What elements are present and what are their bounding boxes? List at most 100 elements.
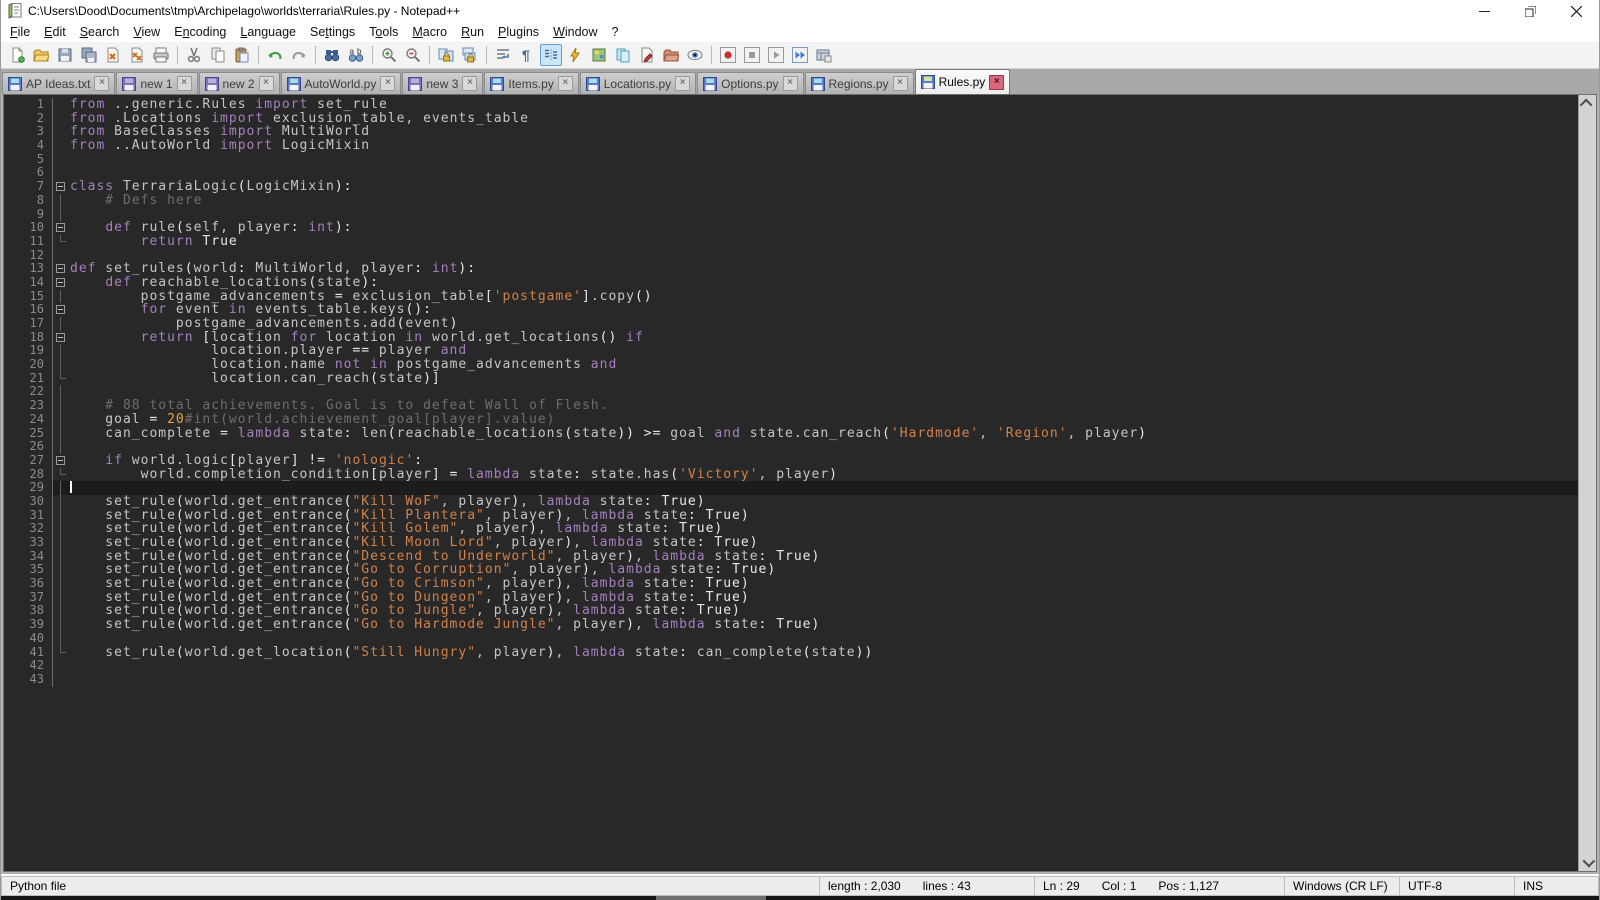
tab-close-icon[interactable]: ×	[177, 76, 192, 91]
tab-ap-ideas.txt[interactable]: AP Ideas.txt×	[2, 72, 115, 94]
code-line[interactable]: 22	[4, 385, 1578, 399]
code-line[interactable]: 16 for event in events_table.keys():	[4, 303, 1578, 317]
tab-close-icon[interactable]: ×	[558, 76, 573, 91]
save-all-icon[interactable]	[78, 44, 100, 66]
menu-item-?[interactable]: ?	[605, 23, 626, 41]
tab-new-2[interactable]: new 2×	[199, 72, 280, 94]
replace-icon[interactable]: ab	[345, 44, 367, 66]
code-line[interactable]: 17 postgame_advancements.add(event)	[4, 317, 1578, 331]
code-line[interactable]: 20 location.name not in postgame_advance…	[4, 358, 1578, 372]
code-line[interactable]: 18 return [location for location in worl…	[4, 331, 1578, 345]
code-pane[interactable]: 1from ..generic.Rules import set_rule2fr…	[4, 95, 1578, 871]
close-document-icon[interactable]	[102, 44, 124, 66]
code-line[interactable]: 30 set_rule(world.get_entrance("Kill WoF…	[4, 495, 1578, 509]
document-map-icon[interactable]	[588, 44, 610, 66]
copy-icon[interactable]	[207, 44, 229, 66]
tab-rules.py[interactable]: Rules.py×	[915, 69, 1011, 94]
menu-item-language[interactable]: Language	[233, 23, 303, 41]
code-line[interactable]: 32 set_rule(world.get_entrance("Kill Gol…	[4, 522, 1578, 536]
tab-close-icon[interactable]: ×	[675, 76, 690, 91]
vertical-scrollbar[interactable]	[1578, 95, 1596, 871]
new-document-icon[interactable]	[6, 44, 28, 66]
tab-regions.py[interactable]: Regions.py×	[805, 72, 914, 94]
tab-items.py[interactable]: Items.py×	[484, 72, 578, 94]
code-line[interactable]: 40	[4, 632, 1578, 646]
code-line[interactable]: 34 set_rule(world.get_entrance("Descend …	[4, 550, 1578, 564]
code-line[interactable]: 36 set_rule(world.get_entrance("Go to Cr…	[4, 577, 1578, 591]
code-line[interactable]: 21 location.can_reach(state)]	[4, 372, 1578, 386]
fold-collapse-marker[interactable]	[52, 276, 70, 290]
save-icon[interactable]	[54, 44, 76, 66]
sync-horizontal-icon[interactable]	[459, 44, 481, 66]
zoom-in-icon[interactable]	[378, 44, 400, 66]
function-list-icon[interactable]	[564, 44, 586, 66]
code-line[interactable]: 8 # Defs here	[4, 194, 1578, 208]
code-line[interactable]: 12	[4, 249, 1578, 263]
code-line[interactable]: 28 world.completion_condition[player] = …	[4, 468, 1578, 482]
code-line[interactable]: 4from ..AutoWorld import LogicMixin	[4, 139, 1578, 153]
macro-run-multiple-icon[interactable]	[789, 44, 811, 66]
menu-item-plugins[interactable]: Plugins	[491, 23, 546, 41]
tab-close-icon[interactable]: ×	[783, 76, 798, 91]
code-line[interactable]: 39 set_rule(world.get_entrance("Go to Ha…	[4, 618, 1578, 632]
menu-item-tools[interactable]: Tools	[362, 23, 405, 41]
code-line[interactable]: 26	[4, 440, 1578, 454]
fold-collapse-marker[interactable]	[52, 331, 70, 345]
cut-icon[interactable]	[183, 44, 205, 66]
folder-workspace-icon[interactable]	[660, 44, 682, 66]
code-line[interactable]: 11 return True	[4, 235, 1578, 249]
close-button[interactable]	[1553, 0, 1599, 22]
tab-autoworld.py[interactable]: AutoWorld.py×	[281, 72, 402, 94]
tab-locations.py[interactable]: Locations.py×	[580, 72, 696, 94]
edit-marker-icon[interactable]	[636, 44, 658, 66]
tab-close-icon[interactable]: ×	[380, 76, 395, 91]
code-line[interactable]: 3from BaseClasses import MultiWorld	[4, 125, 1578, 139]
fold-collapse-marker[interactable]	[52, 303, 70, 317]
code-line[interactable]: 23 # 88 total achievements. Goal is to d…	[4, 399, 1578, 413]
macro-record-icon[interactable]	[717, 44, 739, 66]
show-all-characters-icon[interactable]: ¶	[516, 44, 538, 66]
tab-options.py[interactable]: Options.py×	[697, 72, 803, 94]
menu-item-edit[interactable]: Edit	[37, 23, 73, 41]
code-line[interactable]: 33 set_rule(world.get_entrance("Kill Moo…	[4, 536, 1578, 550]
menu-item-settings[interactable]: Settings	[303, 23, 362, 41]
monitoring-eye-icon[interactable]	[684, 44, 706, 66]
scroll-down-button[interactable]	[1579, 854, 1596, 871]
zoom-out-icon[interactable]	[402, 44, 424, 66]
indent-guide-icon[interactable]	[540, 44, 562, 66]
code-line[interactable]: 9	[4, 208, 1578, 222]
code-line[interactable]: 6	[4, 166, 1578, 180]
code-line[interactable]: 15 postgame_advancements = exclusion_tab…	[4, 290, 1578, 304]
tab-close-icon[interactable]: ×	[989, 75, 1004, 90]
code-line[interactable]: 2from .Locations import exclusion_table,…	[4, 112, 1578, 126]
find-icon[interactable]	[321, 44, 343, 66]
code-line[interactable]: 31 set_rule(world.get_entrance("Kill Pla…	[4, 509, 1578, 523]
fold-collapse-marker[interactable]	[52, 180, 70, 194]
menu-item-run[interactable]: Run	[454, 23, 491, 41]
menu-item-search[interactable]: Search	[73, 23, 127, 41]
redo-icon[interactable]	[288, 44, 310, 66]
code-line[interactable]: 1from ..generic.Rules import set_rule	[4, 98, 1578, 112]
code-line[interactable]: 42	[4, 659, 1578, 673]
menu-item-macro[interactable]: Macro	[405, 23, 454, 41]
tab-close-icon[interactable]: ×	[462, 76, 477, 91]
close-all-icon[interactable]	[126, 44, 148, 66]
code-line[interactable]: 5	[4, 153, 1578, 167]
macro-play-icon[interactable]	[765, 44, 787, 66]
restore-button[interactable]	[1507, 0, 1553, 22]
tab-close-icon[interactable]: ×	[259, 76, 274, 91]
menu-item-file[interactable]: File	[3, 23, 37, 41]
code-line[interactable]: 24 goal = 20#int(world.achievement_goal[…	[4, 413, 1578, 427]
scroll-up-button[interactable]	[1579, 95, 1596, 112]
document-list-icon[interactable]	[612, 44, 634, 66]
code-line[interactable]: 37 set_rule(world.get_entrance("Go to Du…	[4, 591, 1578, 605]
fold-collapse-marker[interactable]	[52, 221, 70, 235]
code-line[interactable]: 27 if world.logic[player] != 'nologic':	[4, 454, 1578, 468]
code-line[interactable]: 43	[4, 673, 1578, 687]
macro-save-icon[interactable]	[813, 44, 835, 66]
sync-vertical-icon[interactable]	[435, 44, 457, 66]
code-line[interactable]: 10 def rule(self, player: int):	[4, 221, 1578, 235]
code-line[interactable]: 35 set_rule(world.get_entrance("Go to Co…	[4, 563, 1578, 577]
menu-item-view[interactable]: View	[126, 23, 167, 41]
macro-stop-icon[interactable]	[741, 44, 763, 66]
